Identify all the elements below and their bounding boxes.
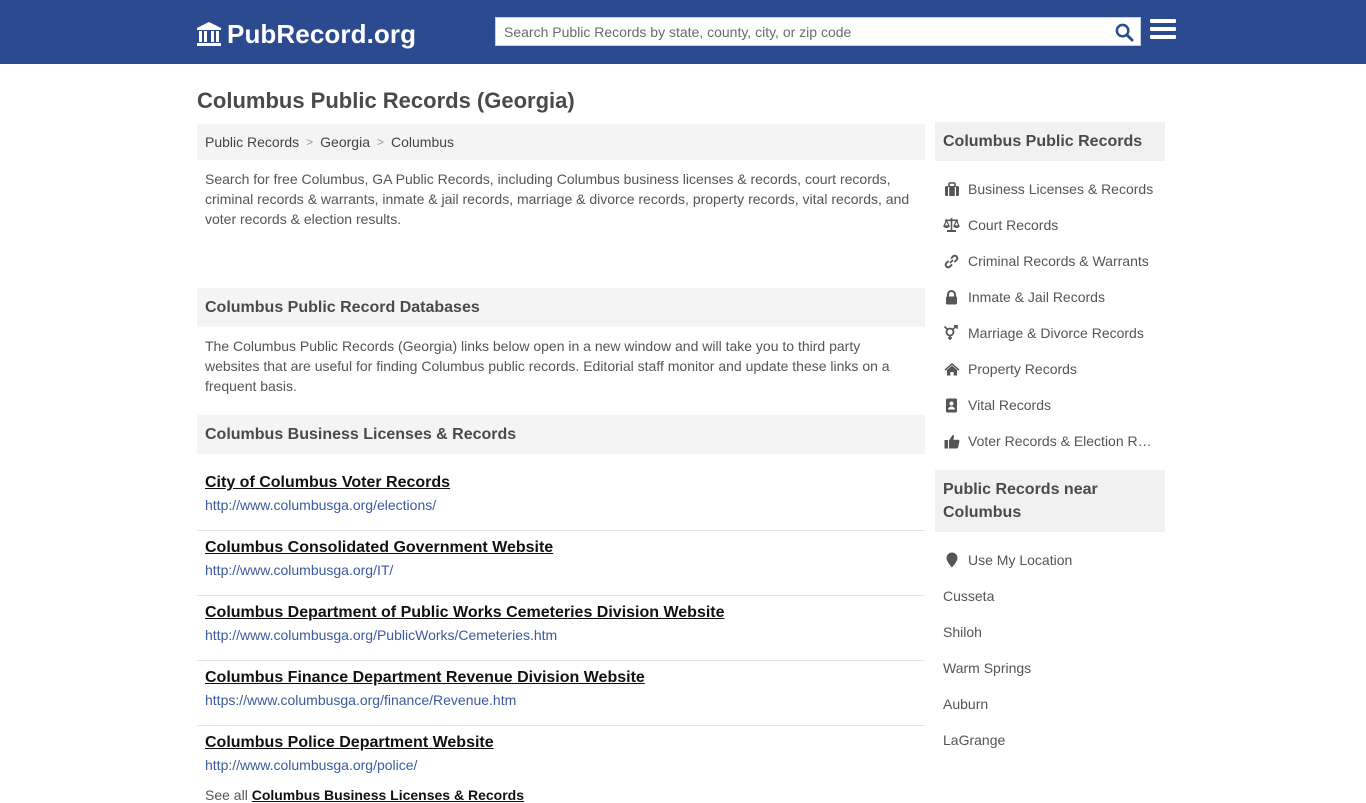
record-link-url: https://www.columbusga.org/finance/Reven… [205, 692, 517, 708]
list-item: Columbus Consolidated Government Website… [197, 531, 925, 596]
page-title: Columbus Public Records (Georgia) [197, 88, 575, 113]
sidebar-item-court[interactable]: Court Records [935, 207, 1165, 243]
sidebar-item-label: Marriage & Divorce Records [968, 325, 1144, 341]
sidebar-item-label: Inmate & Jail Records [968, 289, 1105, 305]
see-all-link[interactable]: Columbus Business Licenses & Records [252, 787, 524, 803]
breadcrumb-separator: > [306, 135, 314, 149]
sidebar-item-marriage[interactable]: Marriage & Divorce Records [935, 315, 1165, 351]
link-icon [943, 253, 960, 269]
sidebar-item-criminal[interactable]: Criminal Records & Warrants [935, 243, 1165, 279]
home-icon [943, 361, 960, 377]
record-link-title[interactable]: Columbus Department of Public Works Ceme… [205, 602, 725, 624]
sidebar-item-inmate[interactable]: Inmate & Jail Records [935, 279, 1165, 315]
briefcase-icon [943, 181, 960, 197]
sidebar-item-vital[interactable]: Vital Records [935, 387, 1165, 423]
record-link-url: http://www.columbusga.org/IT/ [205, 562, 394, 578]
sidebar-item-label: Business Licenses & Records [968, 181, 1154, 197]
nearby-city-link[interactable]: LaGrange [935, 722, 1165, 758]
breadcrumb: Public Records > Georgia > Columbus [197, 124, 925, 160]
record-link-title[interactable]: Columbus Consolidated Government Website [205, 537, 553, 559]
see-all-row: See all Columbus Business Licenses & Rec… [197, 787, 925, 803]
sidebar-records-list: Business Licenses & Records Court Record… [935, 161, 1165, 459]
sidebar-item-label: Criminal Records & Warrants [968, 253, 1149, 269]
sidebar-item-label: Court Records [968, 217, 1059, 233]
nearby-list: Use My Location Cusseta Shiloh Warm Spri… [935, 532, 1165, 758]
sidebar-item-voter[interactable]: Voter Records & Election Results [935, 423, 1165, 459]
sidebar-records-heading: Columbus Public Records [935, 122, 1165, 161]
logo-text: PubRecord.org [227, 18, 417, 49]
nearby-city-link[interactable]: Warm Springs [935, 650, 1165, 686]
search-icon [1115, 23, 1134, 42]
use-my-location-label: Use My Location [968, 552, 1073, 568]
sidebar: Columbus Public Records Business License… [935, 122, 1165, 758]
sidebar-near-heading: Public Records near Columbus [935, 470, 1165, 532]
nearby-city-link[interactable]: Shiloh [935, 614, 1165, 650]
search-box [495, 17, 1141, 46]
intro-text: Search for free Columbus, GA Public Reco… [205, 171, 910, 227]
sidebar-item-business[interactable]: Business Licenses & Records [935, 171, 1165, 207]
sidebar-item-property[interactable]: Property Records [935, 351, 1165, 387]
record-link-title[interactable]: Columbus Finance Department Revenue Divi… [205, 667, 645, 689]
nearby-city-link[interactable]: Auburn [935, 686, 1165, 722]
courthouse-icon [197, 22, 221, 46]
hamburger-menu-icon[interactable] [1150, 19, 1176, 43]
record-link-url: http://www.columbusga.org/elections/ [205, 497, 437, 513]
business-heading: Columbus Business Licenses & Records [197, 415, 925, 454]
list-item: City of Columbus Voter Records http://ww… [197, 466, 925, 531]
breadcrumb-public-records[interactable]: Public Records [205, 134, 299, 150]
thumbs-up-icon [943, 433, 960, 449]
breadcrumb-separator: > [376, 135, 384, 149]
address-book-icon [943, 397, 960, 413]
top-navigation-bar: PubRecord.org [0, 0, 1366, 64]
databases-note: The Columbus Public Records (Georgia) li… [205, 338, 890, 394]
sidebar-item-label: Voter Records & Election Results [968, 433, 1158, 449]
map-marker-icon [943, 552, 960, 568]
business-links-list: City of Columbus Voter Records http://ww… [197, 466, 925, 791]
list-item: Columbus Police Department Website http:… [197, 726, 925, 791]
see-all-prefix: See all [205, 787, 248, 803]
record-link-title[interactable]: City of Columbus Voter Records [205, 472, 450, 494]
main-content: Public Records > Georgia > Columbus Sear… [197, 124, 925, 803]
record-link-title[interactable]: Columbus Police Department Website [205, 732, 494, 754]
gender-icon [943, 325, 960, 341]
breadcrumb-columbus[interactable]: Columbus [391, 134, 454, 150]
site-logo[interactable]: PubRecord.org [195, 17, 416, 51]
record-link-url: http://www.columbusga.org/PublicWorks/Ce… [205, 627, 558, 643]
lock-icon [943, 289, 960, 305]
use-my-location[interactable]: Use My Location [935, 542, 1165, 578]
breadcrumb-georgia[interactable]: Georgia [320, 134, 370, 150]
scale-icon [943, 217, 960, 233]
sidebar-item-label: Vital Records [968, 397, 1052, 413]
sidebar-item-label: Property Records [968, 361, 1077, 377]
list-item: Columbus Finance Department Revenue Divi… [197, 661, 925, 726]
record-link-url: http://www.columbusga.org/police/ [205, 757, 418, 773]
search-button[interactable] [1114, 22, 1134, 42]
nearby-city-link[interactable]: Cusseta [935, 578, 1165, 614]
search-input[interactable] [496, 18, 1096, 45]
list-item: Columbus Department of Public Works Ceme… [197, 596, 925, 661]
databases-heading: Columbus Public Record Databases [197, 288, 925, 327]
